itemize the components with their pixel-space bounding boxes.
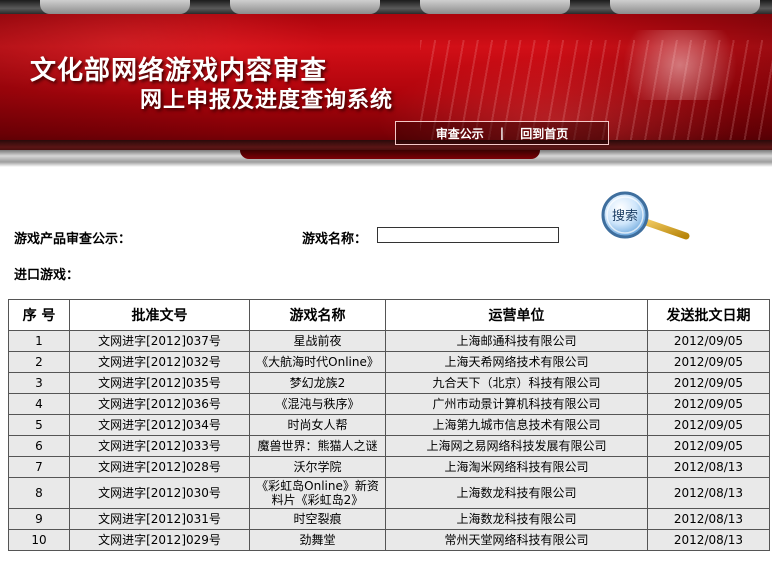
cell-operator: 上海数龙科技有限公司 bbox=[385, 477, 648, 509]
cell-index: 7 bbox=[8, 456, 70, 478]
cell-operator: 上海数龙科技有限公司 bbox=[385, 508, 648, 530]
header-banner: 文化部网络游戏内容审查 网上申报及进度查询系统 审查公示 | 回到首页 bbox=[0, 0, 772, 167]
announce-label: 游戏产品审查公示： bbox=[14, 232, 132, 247]
cell-approval-no: 文网进字[2012]028号 bbox=[69, 456, 250, 478]
table-row: 6 文网进字[2012]033号 魔兽世界：熊猫人之谜 上海网之易网络科技发展有… bbox=[8, 435, 770, 457]
cell-game-name: 《彩虹岛Online》新资料片《彩虹岛2》 bbox=[249, 477, 386, 509]
nav-separator: | bbox=[499, 126, 505, 140]
table-row: 1 文网进字[2012]037号 星战前夜 上海邮通科技有限公司 2012/09… bbox=[8, 330, 770, 352]
import-games-label: 进口游戏： bbox=[14, 268, 80, 283]
table-row: 10 文网进字[2012]029号 劲舞堂 常州天堂网络科技有限公司 2012/… bbox=[8, 529, 770, 551]
cell-operator: 上海第九城市信息技术有限公司 bbox=[385, 414, 648, 436]
cell-game-name: 沃尔学院 bbox=[249, 456, 386, 478]
cell-game-name: 时空裂痕 bbox=[249, 508, 386, 530]
cell-operator: 九合天下（北京）科技有限公司 bbox=[385, 372, 648, 394]
banner-glow bbox=[600, 30, 760, 100]
table-header-row: 序 号 批准文号 游戏名称 运营单位 发送批文日期 bbox=[8, 299, 770, 331]
cell-operator: 上海网之易网络科技发展有限公司 bbox=[385, 435, 648, 457]
game-name-label: 游戏名称： bbox=[302, 232, 368, 247]
table-row: 2 文网进字[2012]032号 《大航海时代Online》 上海天希网络技术有… bbox=[8, 351, 770, 373]
cell-date: 2012/08/13 bbox=[647, 456, 770, 478]
cell-operator: 常州天堂网络科技有限公司 bbox=[385, 529, 648, 551]
cell-approval-no: 文网进字[2012]037号 bbox=[69, 330, 250, 352]
cell-index: 2 bbox=[8, 351, 70, 373]
cell-index: 3 bbox=[8, 372, 70, 394]
cell-date: 2012/09/05 bbox=[647, 330, 770, 352]
cell-operator: 上海天希网络技术有限公司 bbox=[385, 351, 648, 373]
banner-notch bbox=[230, 0, 380, 14]
cell-game-name: 星战前夜 bbox=[249, 330, 386, 352]
cell-approval-no: 文网进字[2012]035号 bbox=[69, 372, 250, 394]
table-row: 3 文网进字[2012]035号 梦幻龙族2 九合天下（北京）科技有限公司 20… bbox=[8, 372, 770, 394]
cell-date: 2012/08/13 bbox=[647, 529, 770, 551]
cell-index: 6 bbox=[8, 435, 70, 457]
cell-operator: 上海淘米网络科技有限公司 bbox=[385, 456, 648, 478]
cell-index: 5 bbox=[8, 414, 70, 436]
search-button[interactable]: 搜索 bbox=[600, 190, 692, 242]
banner-bottom-cut bbox=[240, 150, 540, 159]
page-subtitle: 网上申报及进度查询系统 bbox=[140, 88, 394, 113]
banner-bottom-silver bbox=[0, 150, 772, 167]
cell-game-name: 《大航海时代Online》 bbox=[249, 351, 386, 373]
col-header-operator: 运营单位 bbox=[385, 299, 648, 331]
banner-notch bbox=[40, 0, 190, 14]
col-header-approval-no: 批准文号 bbox=[69, 299, 250, 331]
cell-game-name: 劲舞堂 bbox=[249, 529, 386, 551]
cell-index: 8 bbox=[8, 477, 70, 509]
cell-approval-no: 文网进字[2012]031号 bbox=[69, 508, 250, 530]
header-nav: 审查公示 | 回到首页 bbox=[395, 121, 609, 145]
cell-operator: 上海邮通科技有限公司 bbox=[385, 330, 648, 352]
col-header-date: 发送批文日期 bbox=[647, 299, 770, 331]
cell-index: 1 bbox=[8, 330, 70, 352]
cell-date: 2012/09/05 bbox=[647, 372, 770, 394]
banner-notch bbox=[420, 0, 570, 14]
cell-approval-no: 文网进字[2012]030号 bbox=[69, 477, 250, 509]
cell-approval-no: 文网进字[2012]032号 bbox=[69, 351, 250, 373]
nav-link-announce[interactable]: 审查公示 bbox=[436, 125, 484, 142]
cell-date: 2012/08/13 bbox=[647, 477, 770, 509]
cell-approval-no: 文网进字[2012]029号 bbox=[69, 529, 250, 551]
col-header-game-name: 游戏名称 bbox=[249, 299, 386, 331]
cell-index: 10 bbox=[8, 529, 70, 551]
cell-approval-no: 文网进字[2012]033号 bbox=[69, 435, 250, 457]
banner-top-strip bbox=[0, 0, 772, 14]
cell-date: 2012/09/05 bbox=[647, 414, 770, 436]
cell-operator: 广州市动景计算机科技有限公司 bbox=[385, 393, 648, 415]
cell-date: 2012/09/05 bbox=[647, 435, 770, 457]
banner-notch bbox=[610, 0, 760, 14]
table-row: 4 文网进字[2012]036号 《混沌与秩序》 广州市动景计算机科技有限公司 … bbox=[8, 393, 770, 415]
table-row: 9 文网进字[2012]031号 时空裂痕 上海数龙科技有限公司 2012/08… bbox=[8, 508, 770, 530]
cell-index: 4 bbox=[8, 393, 70, 415]
cell-date: 2012/08/13 bbox=[647, 508, 770, 530]
cell-game-name: 魔兽世界：熊猫人之谜 bbox=[249, 435, 386, 457]
table-row: 7 文网进字[2012]028号 沃尔学院 上海淘米网络科技有限公司 2012/… bbox=[8, 456, 770, 478]
game-name-input[interactable] bbox=[377, 227, 559, 243]
cell-game-name: 时尚女人帮 bbox=[249, 414, 386, 436]
cell-approval-no: 文网进字[2012]034号 bbox=[69, 414, 250, 436]
col-header-index: 序 号 bbox=[8, 299, 70, 331]
cell-game-name: 梦幻龙族2 bbox=[249, 372, 386, 394]
search-button-label: 搜索 bbox=[612, 209, 638, 224]
cell-approval-no: 文网进字[2012]036号 bbox=[69, 393, 250, 415]
table-row: 8 文网进字[2012]030号 《彩虹岛Online》新资料片《彩虹岛2》 上… bbox=[8, 477, 770, 509]
cell-game-name: 《混沌与秩序》 bbox=[249, 393, 386, 415]
cell-index: 9 bbox=[8, 508, 70, 530]
games-table: 序 号 批准文号 游戏名称 运营单位 发送批文日期 1 文网进字[2012]03… bbox=[8, 299, 770, 551]
table-row: 5 文网进字[2012]034号 时尚女人帮 上海第九城市信息技术有限公司 20… bbox=[8, 414, 770, 436]
cell-date: 2012/09/05 bbox=[647, 351, 770, 373]
cell-date: 2012/09/05 bbox=[647, 393, 770, 415]
nav-link-home[interactable]: 回到首页 bbox=[520, 125, 568, 142]
